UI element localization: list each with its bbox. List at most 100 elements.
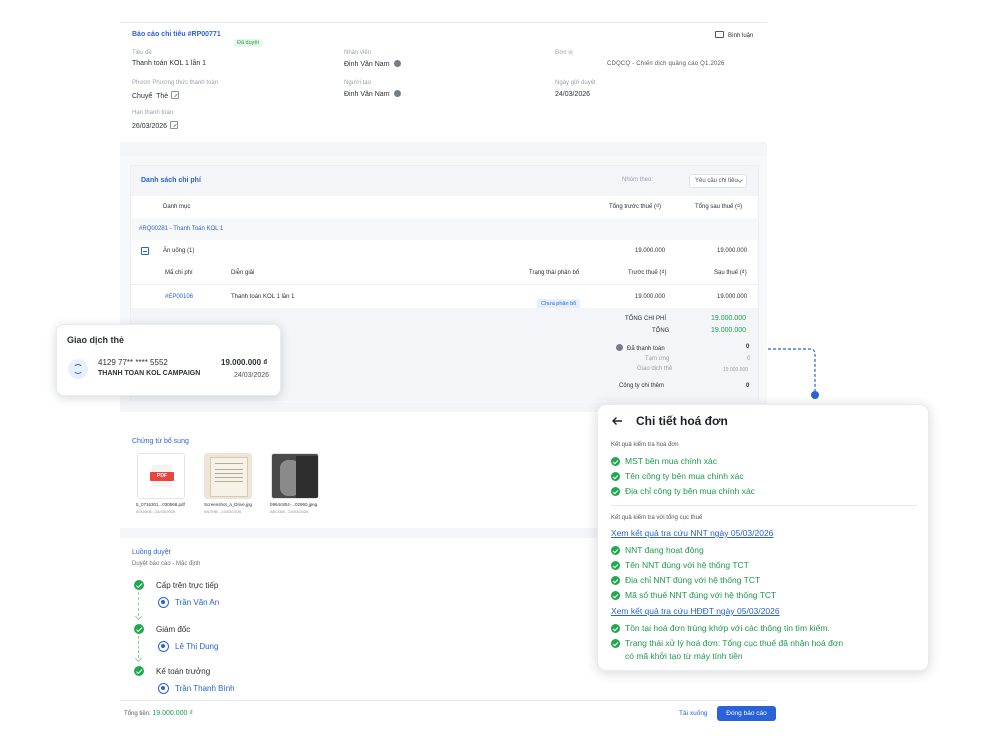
invoice-title: Chi tiết hoá đơn	[636, 414, 728, 428]
paid-label: Đã thanh toán	[616, 344, 665, 352]
unit-value: CDQCQ - Chiến dịch quảng cáo Q1.2026	[607, 61, 725, 67]
expense-code-link[interactable]: #EP00106	[165, 294, 193, 300]
step-check-icon	[134, 666, 144, 676]
card-transaction-popup: Giao dịch thẻ 4129 77** **** 5552 19.000…	[56, 324, 281, 396]
transaction-date: 24/03/2026	[234, 372, 270, 379]
total-label: TỔNG	[652, 328, 670, 334]
check-result: Địa chỉ công ty bên mua chính xác	[625, 486, 755, 496]
due-value[interactable]: 26/03/2026	[132, 121, 179, 130]
step-check-icon	[134, 624, 144, 634]
check-result: Tên NNT đúng với hệ thống TCT	[625, 560, 749, 570]
employee-value: Đinh Văn Nam	[344, 60, 401, 68]
section-gap	[120, 142, 767, 156]
divider	[120, 22, 767, 23]
collapse-icon[interactable]	[141, 247, 149, 255]
check-result: Tên công ty bên mua chính xác	[625, 471, 744, 481]
total-cost-value: 19.000.000	[711, 315, 747, 322]
attachment-thumb[interactable]	[204, 453, 252, 499]
col-desc: Diễn giải	[231, 270, 255, 276]
check-result: Trạng thái xử lý hoá đơn: Tổng cục thuế …	[625, 638, 844, 648]
sync-icon	[68, 359, 88, 379]
info-icon	[393, 60, 401, 67]
txn-value: 19.000.000	[723, 367, 749, 373]
check-result: MST bên mua chính xác	[625, 456, 717, 466]
group-row[interactable]: Ăn uống (1) 19.000.000 19.000.000	[131, 240, 758, 262]
section-gap	[120, 528, 600, 538]
expense-table-header: Danh sách chi phí Nhóm theo: Yêu cầu chi…	[131, 166, 758, 196]
step-role: Cấp trên trực tiếp	[156, 581, 219, 590]
edit-icon[interactable]	[170, 121, 179, 129]
image-icon	[210, 457, 248, 497]
expense-pre: 19.000.000	[635, 294, 666, 300]
info-icon	[616, 344, 623, 351]
creator-label: Người tạo	[344, 80, 371, 86]
attachment-name: 5_0716301...030568.pdf	[136, 502, 185, 507]
total-cost-label: TỔNG CHI PHÍ	[625, 316, 667, 322]
col-code: Mã chi phí	[165, 270, 193, 276]
company-label: Công ty chi thêm	[619, 383, 665, 389]
report-title: Báo cáo chi tiêu #RP00771	[132, 31, 221, 38]
edit-icon[interactable]	[171, 91, 180, 99]
group-post-tax: 19.000.000	[717, 248, 748, 254]
flow-subtitle: Duyệt báo cáo - Mặc định	[132, 561, 201, 567]
comment-button[interactable]: Bình luận	[715, 31, 753, 39]
check-icon	[611, 624, 620, 633]
check-result: Mã số thuế NNT đúng với hệ thống TCT	[625, 590, 777, 600]
person-icon	[158, 597, 169, 608]
group-by-select[interactable]: Yêu cầu chi tiêu	[689, 174, 747, 188]
divider	[611, 505, 917, 506]
expense-desc: Thanh toán KOL 1 lần 1	[231, 294, 295, 300]
check-result: Địa chỉ NNT đúng với hệ thống TCT	[625, 575, 761, 585]
company-value: 0	[746, 383, 750, 389]
check-result: có mã khởi tạo từ máy tính tiền	[625, 651, 743, 661]
group-pre-tax: 19.000.000	[635, 248, 666, 254]
step-person: Lê Thị Dung	[175, 642, 219, 651]
status-badge: Đã duyệt	[234, 31, 263, 49]
check-icon	[611, 639, 620, 648]
einvoice-lookup-link[interactable]: Xem kết quả tra cứu HĐĐT ngày 05/03/2026	[611, 606, 780, 616]
attachment-thumb[interactable]	[271, 453, 319, 499]
invoice-detail-popup: Chi tiết hoá đơn Kết quả kiểm tra hoá đơ…	[597, 404, 929, 671]
check-icon	[611, 576, 620, 585]
nnt-lookup-link[interactable]: Xem kết quả tra cứu NNT ngày 05/03/2026	[611, 528, 773, 538]
comment-icon	[715, 31, 724, 38]
expense-post: 19.000.000	[717, 294, 748, 300]
due-label: Hạn thanh toán	[132, 110, 174, 116]
attachment-meta: AELTAB - 24/03/2026	[270, 509, 309, 514]
attachment-thumb[interactable]: PDF	[137, 453, 185, 499]
method-value[interactable]: Chuyể Thẻ	[132, 91, 180, 100]
check-result: NNT đang hoạt động	[625, 545, 704, 555]
col-pre: Trước thuế (₫)	[628, 270, 667, 276]
person-icon	[158, 641, 169, 652]
table-row[interactable]: #EP00106 Thanh toán KOL 1 lần 1 Chưa phâ…	[131, 284, 758, 309]
subject-value: Thanh toán KOL 1 lần 1	[132, 60, 207, 67]
step-person: Trần Thanh Bình	[175, 684, 235, 693]
request-row[interactable]: #RQ00281 - Thanh Toán KOL 1	[131, 218, 758, 240]
download-button[interactable]: Tải xuống	[679, 710, 708, 717]
group-by-label: Nhóm theo:	[622, 177, 654, 183]
col-alloc: Trạng thái phân bổ	[529, 270, 580, 276]
check-result: Tồn tại hoá đơn trùng khớp với các thông…	[625, 623, 830, 633]
advance-label: Tạm ứng	[645, 356, 670, 362]
attachments-title: Chứng từ bổ sung	[132, 438, 189, 445]
close-report-button[interactable]: Đóng báo cáo	[717, 706, 776, 721]
check-icon	[611, 487, 620, 496]
attachment-meta: AYLNKB - 24/03/2026	[136, 509, 176, 514]
card-number: 4129 77** **** 5552	[98, 358, 168, 367]
merchant-name: THANH TOAN KOL CAMPAIGN	[98, 370, 201, 377]
col-category: Danh mục	[163, 204, 191, 210]
advance-value: 0	[747, 356, 751, 362]
total-value: 19.000.000	[711, 327, 747, 334]
card-transaction-title: Giao dịch thẻ	[67, 335, 125, 345]
attachment-meta: WLTHB - 24/03/2026	[204, 509, 242, 514]
back-arrow-icon[interactable]	[611, 416, 623, 426]
footer-total: Tổng tiền: 19.000.000 ₫	[124, 710, 193, 717]
connector-line	[768, 348, 819, 399]
paid-value: 0	[746, 344, 750, 350]
request-link[interactable]: #RQ00281 - Thanh Toán KOL 1	[139, 226, 223, 232]
check-icon	[611, 472, 620, 481]
card-amount: 19.000.000 ₫	[221, 358, 268, 367]
sent-date-value: 24/03/2026	[555, 91, 591, 98]
check-icon	[611, 591, 620, 600]
check-icon	[611, 457, 620, 466]
